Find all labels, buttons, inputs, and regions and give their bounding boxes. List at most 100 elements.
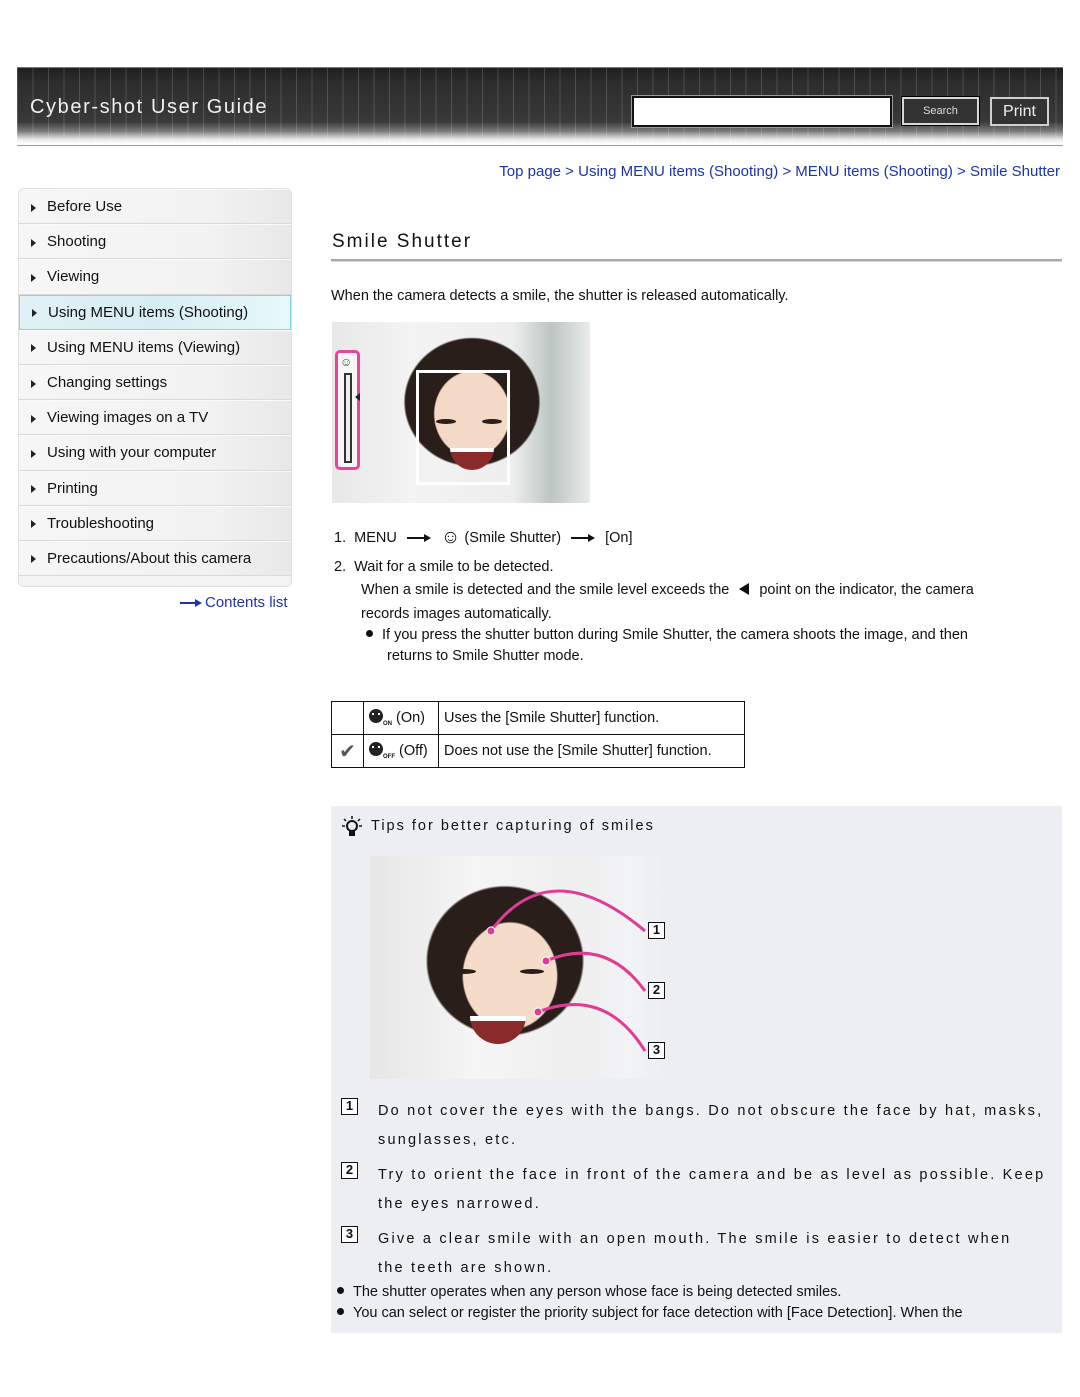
print-button[interactable]: Print bbox=[990, 97, 1049, 126]
face-detection-frame bbox=[416, 370, 510, 485]
tips-panel: Tips for better capturing of smiles 1 2 … bbox=[331, 806, 1062, 1333]
badge-text: OFF bbox=[383, 754, 395, 760]
breadcrumb-top-page[interactable]: Top page bbox=[499, 163, 561, 180]
triangle-right-icon bbox=[31, 238, 36, 247]
smile-shutter-example-image: ☺ bbox=[332, 322, 590, 503]
tip-number-1: 1 bbox=[341, 1098, 358, 1115]
triangle-left-icon bbox=[739, 583, 750, 595]
sidebar-item-label: Using with your computer bbox=[47, 444, 217, 462]
triangle-right-icon bbox=[31, 344, 36, 353]
sidebar-item-label: Using MENU items (Viewing) bbox=[47, 338, 241, 356]
tips-title: Tips for better capturing of smiles bbox=[371, 818, 655, 834]
callout-number-3: 3 bbox=[648, 1042, 665, 1059]
tip-text: Give a clear smile with an open mouth. T… bbox=[378, 1231, 1012, 1247]
callout-dot-2 bbox=[541, 956, 551, 966]
default-cell bbox=[331, 701, 364, 735]
tip-item-1: Do not cover the eyes with the bangs. Do… bbox=[378, 1097, 1058, 1155]
sidebar-item-label: Printing bbox=[47, 479, 98, 497]
sidebar-item-before-use[interactable]: Before Use bbox=[19, 189, 291, 225]
lightbulb-icon bbox=[342, 816, 362, 836]
menu-label: MENU bbox=[354, 530, 397, 546]
note-item: You can select or register the priority … bbox=[337, 1305, 963, 1321]
sidebar-item-viewing-tv[interactable]: Viewing images on a TV bbox=[19, 400, 291, 436]
sidebar-item-viewing[interactable]: Viewing bbox=[19, 259, 291, 295]
description-cell: Uses the [Smile Shutter] function. bbox=[438, 701, 745, 735]
sidebar-item-shooting[interactable]: Shooting bbox=[19, 224, 291, 260]
description-cell: Does not use the [Smile Shutter] functio… bbox=[438, 734, 745, 768]
step-number: 2. bbox=[334, 559, 347, 575]
sidebar-item-label: Before Use bbox=[47, 198, 123, 216]
sidebar-item-label: Changing settings bbox=[47, 374, 168, 392]
sidebar-item-label: Using MENU items (Shooting) bbox=[48, 303, 249, 321]
step-1: 1. MENU ☺ (Smile Shutter) [On] bbox=[334, 527, 633, 549]
sidebar-nav: Before Use Shooting Viewing Using MENU i… bbox=[18, 188, 292, 587]
search-button[interactable]: Search bbox=[901, 96, 980, 126]
note-text: The shutter operates when any person who… bbox=[353, 1284, 842, 1300]
triangle-right-icon bbox=[31, 203, 36, 212]
triangle-right-icon bbox=[31, 414, 36, 423]
header-banner: Cyber-shot User Guide Search Print bbox=[17, 67, 1063, 147]
breadcrumb: Top page > Using MENU items (Shooting) >… bbox=[499, 163, 1060, 180]
triangle-right-icon bbox=[31, 273, 36, 282]
sidebar-item-label: Viewing bbox=[47, 268, 100, 286]
table-row: ON (On) Uses the [Smile Shutter] function… bbox=[331, 701, 745, 735]
callout-line-1 bbox=[489, 889, 646, 933]
breadcrumb-current[interactable]: Smile Shutter bbox=[970, 163, 1060, 180]
tip-text: Try to orient the face in front of the c… bbox=[378, 1167, 1046, 1183]
title-divider bbox=[331, 259, 1062, 262]
callout-line-3 bbox=[537, 1003, 647, 1052]
page-title: Smile Shutter bbox=[332, 231, 473, 252]
note-item: The shutter operates when any person who… bbox=[337, 1284, 841, 1300]
smile-level-indicator: ☺ bbox=[335, 350, 360, 470]
tips-example-image: 1 2 3 bbox=[370, 856, 668, 1079]
sidebar-item-label: Viewing images on a TV bbox=[47, 409, 209, 427]
arrow-right-icon bbox=[406, 534, 431, 543]
sidebar-item-menu-viewing[interactable]: Using MENU items (Viewing) bbox=[19, 329, 291, 365]
breadcrumb-menu-shooting[interactable]: Using MENU items (Shooting) bbox=[578, 163, 778, 180]
sidebar-item-menu-shooting[interactable]: Using MENU items (Shooting) bbox=[19, 294, 291, 330]
triangle-right-icon bbox=[31, 449, 36, 458]
tip-text: sunglasses, etc. bbox=[378, 1132, 518, 1148]
step-detail-text: point on the indicator, the camera bbox=[759, 582, 974, 598]
sidebar-item-label: Shooting bbox=[47, 233, 107, 251]
sidebar-item-troubleshooting[interactable]: Troubleshooting bbox=[19, 505, 291, 541]
option-cell: ON (On) bbox=[363, 701, 439, 735]
threshold-pointer-icon bbox=[355, 393, 360, 401]
triangle-right-icon bbox=[31, 485, 36, 494]
note-text: You can select or register the priority … bbox=[353, 1305, 963, 1321]
app-title: Cyber-shot User Guide bbox=[30, 96, 269, 118]
contents-list-label: Contents list bbox=[205, 594, 288, 611]
arrow-right-icon bbox=[571, 534, 596, 543]
sidebar-item-label: Troubleshooting bbox=[47, 514, 155, 532]
callout-dot-3 bbox=[533, 1007, 543, 1017]
table-row: ✔ OFF (Off) Does not use the [Smile Shutt… bbox=[331, 734, 745, 768]
sidebar-item-computer[interactable]: Using with your computer bbox=[19, 435, 291, 471]
callout-dot-1 bbox=[486, 926, 496, 936]
step-2-note: If you press the shutter button during S… bbox=[366, 627, 968, 643]
step-2-detail: When a smile is detected and the smile l… bbox=[361, 582, 974, 598]
breadcrumb-separator: > bbox=[778, 163, 796, 180]
breadcrumb-menu-items[interactable]: MENU items (Shooting) bbox=[795, 163, 953, 180]
callout-number-1: 1 bbox=[648, 922, 665, 939]
tip-text: the teeth are shown. bbox=[378, 1260, 554, 1276]
step-2-detail-cont: records images automatically. bbox=[361, 606, 552, 622]
tip-number-3: 3 bbox=[341, 1226, 358, 1243]
search-input[interactable] bbox=[631, 95, 893, 128]
menu-item-label: (Smile Shutter) bbox=[464, 530, 562, 546]
bullet-icon bbox=[337, 1287, 344, 1294]
sidebar-item-printing[interactable]: Printing bbox=[19, 470, 291, 506]
option-label: (On) bbox=[396, 710, 425, 726]
step-detail-text: When a smile is detected and the smile l… bbox=[361, 582, 730, 598]
contents-list-link[interactable]: Contents list bbox=[180, 594, 288, 611]
step-text: Wait for a smile to be detected. bbox=[354, 559, 554, 575]
triangle-right-icon bbox=[32, 309, 37, 318]
callout-number-2: 2 bbox=[648, 982, 665, 999]
callout-line-2 bbox=[545, 951, 647, 992]
sidebar-item-changing-settings[interactable]: Changing settings bbox=[19, 364, 291, 401]
tip-number-2: 2 bbox=[341, 1162, 358, 1179]
option-cell: OFF (Off) bbox=[363, 734, 439, 768]
step-2-note-cont: returns to Smile Shutter mode. bbox=[387, 648, 584, 664]
sidebar-item-precautions[interactable]: Precautions/About this camera bbox=[19, 540, 291, 577]
smile-on-icon bbox=[369, 709, 383, 723]
checkmark-icon: ✔ bbox=[339, 740, 356, 763]
